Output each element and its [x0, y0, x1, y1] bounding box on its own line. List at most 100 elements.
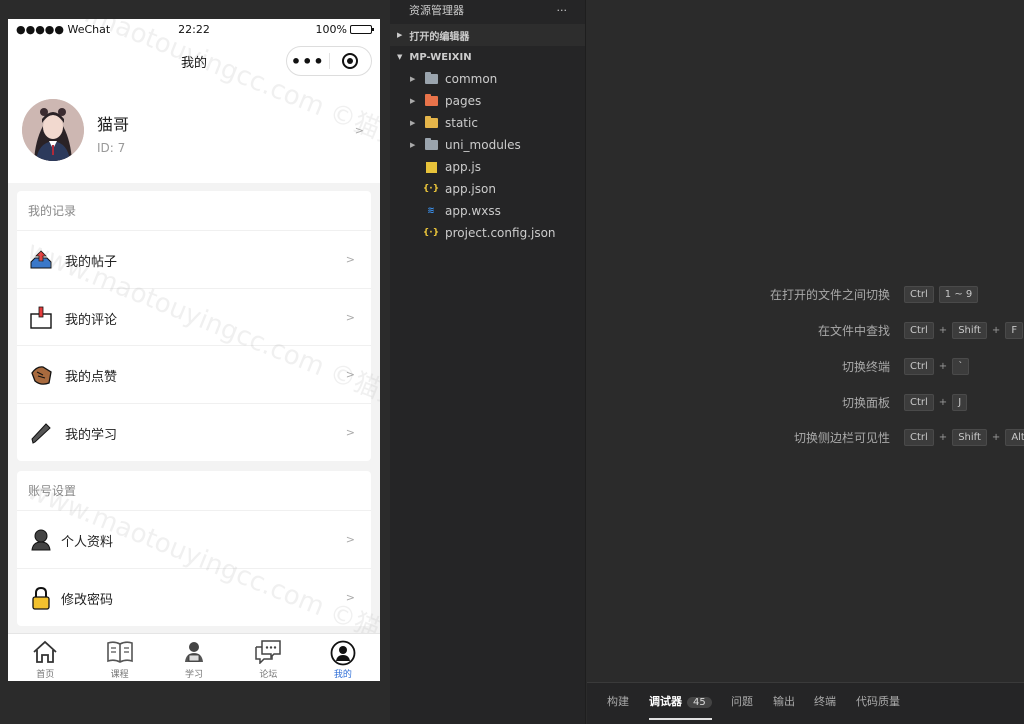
battery-icon — [350, 25, 374, 34]
more-menu-button[interactable]: ••• — [287, 52, 329, 71]
tab-learning[interactable]: 学习 — [157, 634, 231, 681]
records-card: 我的记录 我的帖子 > 我的评论 > 我的点赞 > 我的学习 > — [17, 191, 371, 461]
panel-tab-output[interactable]: 输出 — [773, 693, 795, 709]
key-plus: + — [938, 324, 948, 336]
js-file-icon — [424, 161, 438, 173]
records-title: 我的记录 — [17, 191, 371, 231]
file-name: app.js — [445, 160, 481, 174]
tree-item-app-wxss[interactable]: ≋ app.wxss — [390, 200, 585, 222]
json-file-icon: {·} — [422, 184, 440, 194]
folder-icon — [424, 138, 438, 151]
explorer-more-button[interactable]: ··· — [557, 4, 568, 17]
file-name: pages — [445, 94, 482, 108]
account-title: 账号设置 — [17, 471, 371, 511]
book-icon — [106, 641, 133, 663]
shortcut-keys: Ctrl + Shift + Alt — [904, 428, 1024, 446]
key-cap: F — [1005, 321, 1024, 339]
file-name: static — [445, 116, 478, 130]
file-name: app.wxss — [445, 204, 501, 218]
tab-label: 首页 — [36, 670, 55, 680]
folder-icon — [424, 116, 438, 129]
student-icon — [185, 642, 204, 662]
tab-label: 论坛 — [259, 670, 278, 680]
tab-home[interactable]: 首页 — [8, 634, 82, 681]
account-card: 账号设置 个人资料 > 修改密码 > — [17, 471, 371, 626]
shortcut-hint: 在文件中查找 Ctrl + Shift + F — [670, 320, 1024, 340]
folder-icon — [424, 94, 438, 107]
tree-item-static[interactable]: ▶ static — [390, 112, 585, 134]
panel-tab-label: 调试器 — [649, 695, 682, 708]
chevron-right-icon: > — [345, 425, 355, 439]
home-icon — [33, 640, 57, 663]
key-cap: Shift — [952, 428, 987, 446]
editor-area: 在打开的文件之间切换 Ctrl 1 ~ 9 在文件中查找 Ctrl + Shift + F 切换终… — [587, 0, 1024, 682]
tree-item-pages[interactable]: ▶ pages — [390, 90, 585, 112]
tab-forum[interactable]: 论坛 — [231, 634, 305, 681]
key-cap: Alt — [1005, 428, 1024, 446]
key-plus: + — [938, 360, 948, 372]
key-cap: Ctrl — [904, 285, 934, 303]
chevron-right-icon: > — [345, 533, 355, 546]
panel-tab-build[interactable]: 构建 — [607, 693, 629, 709]
upload-tray-icon — [30, 250, 52, 269]
key-cap: Ctrl — [904, 393, 934, 411]
key-cap: Ctrl — [904, 428, 934, 446]
nav-bar: 我的 ••• — [8, 43, 380, 79]
shortcut-label: 切换面板 — [841, 395, 890, 410]
menu-item-my-likes[interactable]: 我的点赞 > — [17, 346, 371, 404]
tree-item-uni-modules[interactable]: ▶ uni_modules — [390, 134, 585, 156]
close-miniprogram-button[interactable] — [330, 53, 372, 69]
tree-item-common[interactable]: ▶ common — [390, 68, 585, 90]
tab-mine[interactable]: 我的 — [306, 634, 380, 681]
chevron-right-icon: > — [354, 124, 364, 137]
comment-box-icon — [30, 306, 52, 329]
shortcut-label: 切换终端 — [841, 359, 890, 374]
profile-header[interactable]: 猫哥 ID: 7 > — [8, 79, 380, 183]
tree-item-project-config-json[interactable]: {·} project.config.json — [390, 222, 585, 244]
menu-item-my-learning[interactable]: 我的学习 > — [17, 404, 371, 462]
tab-courses[interactable]: 课程 — [82, 634, 156, 681]
menu-item-profile[interactable]: 个人资料 > — [17, 511, 371, 569]
shortcut-keys: Ctrl + J — [904, 393, 1024, 411]
section-project[interactable]: ▼ MP-WEIXIN — [390, 46, 585, 68]
pencil-icon — [31, 422, 51, 444]
shortcut-hint: 切换侧边栏可见性 Ctrl + Shift + Alt — [670, 427, 1024, 447]
menu-item-label: 修改密码 — [61, 592, 114, 608]
section-open-editors[interactable]: ▶ 打开的编辑器 — [390, 24, 585, 46]
user-profile-icon — [31, 529, 51, 551]
tab-bar: 首页 课程 学习 论坛 我的 — [8, 633, 380, 681]
chevron-right-icon: > — [345, 368, 355, 381]
tree-item-app-json[interactable]: {·} app.json — [390, 178, 585, 200]
tab-label: 学习 — [185, 670, 204, 680]
shortcut-keys: Ctrl 1 ~ 9 — [904, 285, 1024, 303]
menu-item-change-password[interactable]: 修改密码 > — [17, 569, 371, 627]
section-label: 打开的编辑器 — [409, 31, 470, 43]
shortcut-label: 切换侧边栏可见性 — [793, 430, 890, 445]
thumbs-up-icon — [31, 366, 52, 385]
phone-screen: ●●●●● WeChat 22:22 100% 我的 ••• 猫哥 ID: 7 … — [8, 19, 380, 681]
menu-item-my-posts[interactable]: 我的帖子 > — [17, 231, 371, 289]
panel-tab-problems[interactable]: 问题 — [731, 693, 753, 709]
profile-id: ID: 7 — [97, 141, 126, 155]
shortcut-hint: 在打开的文件之间切换 Ctrl 1 ~ 9 — [670, 284, 1024, 304]
bottom-panel: 构建 调试器 45 问题 输出 终端 代码质量 — [587, 682, 1024, 724]
panel-tab-terminal[interactable]: 终端 — [814, 693, 836, 709]
menu-item-my-comments[interactable]: 我的评论 > — [17, 289, 371, 346]
status-bar: ●●●●● WeChat 22:22 100% — [8, 19, 380, 43]
menu-item-label: 我的帖子 — [65, 255, 118, 270]
folder-icon — [424, 72, 438, 85]
chevron-right-icon: > — [345, 590, 355, 604]
shortcut-keys: Ctrl + Shift + F — [904, 321, 1024, 339]
panel-tab-code-quality[interactable]: 代码质量 — [856, 693, 900, 709]
key-plus: + — [991, 324, 1001, 336]
profile-name: 猫哥 — [97, 115, 130, 134]
debugger-count-badge: 45 — [687, 697, 712, 708]
miniprogram-capsule: ••• — [286, 46, 372, 76]
css-file-icon: ≋ — [427, 206, 435, 216]
file-name: app.json — [445, 182, 496, 196]
battery-indicator: 100% — [316, 23, 374, 36]
panel-tab-debugger[interactable]: 调试器 45 — [649, 693, 712, 720]
key-cap: Ctrl — [904, 357, 934, 375]
tree-item-app-js[interactable]: app.js — [390, 156, 585, 178]
file-name: common — [445, 72, 498, 86]
